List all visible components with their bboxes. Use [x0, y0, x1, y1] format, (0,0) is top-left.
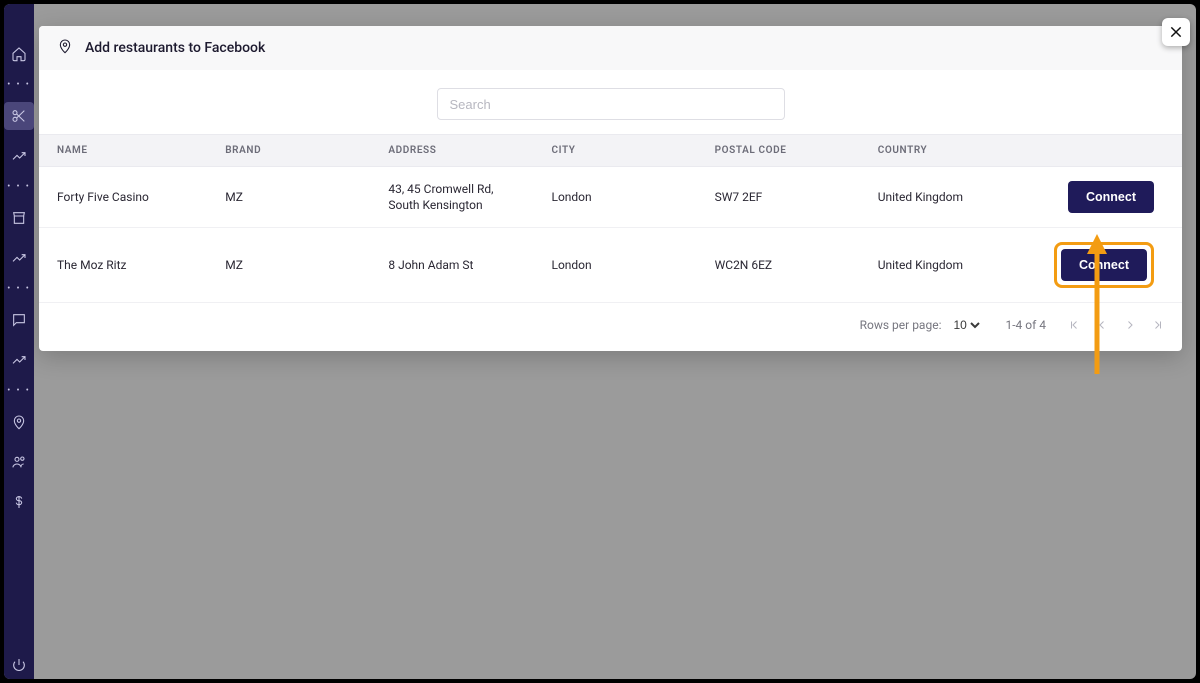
close-button[interactable]: [1162, 18, 1190, 46]
sidebar-item-power[interactable]: [4, 651, 34, 679]
col-header-brand[interactable]: BRAND: [207, 135, 370, 167]
cell-action: Connect: [1033, 228, 1182, 303]
page-first-button[interactable]: [1068, 319, 1080, 331]
sidebar-item-dollar[interactable]: [4, 488, 34, 516]
cell-action: Connect: [1033, 167, 1182, 228]
cell-name: Forty Five Casino: [39, 167, 207, 228]
pagination: Rows per page: 10 1-4 of 4: [39, 303, 1182, 351]
sidebar-more-1[interactable]: • • •: [7, 80, 31, 90]
pagination-range: 1-4 of 4: [1005, 318, 1046, 332]
sidebar-item-trend-2[interactable]: [4, 244, 34, 272]
rows-per-page-label: Rows per page:: [860, 318, 942, 332]
connect-button[interactable]: Connect: [1068, 181, 1154, 213]
col-header-postal[interactable]: POSTAL CODE: [697, 135, 860, 167]
close-icon: [1168, 24, 1184, 40]
location-pin-icon: [57, 38, 73, 58]
sidebar-more-2[interactable]: • • •: [7, 182, 31, 192]
search-input[interactable]: [437, 88, 785, 120]
cell-country: United Kingdom: [860, 167, 1033, 228]
cell-postal: WC2N 6EZ: [697, 228, 860, 303]
col-header-action: [1033, 135, 1182, 167]
sidebar: • • • • • • • • • • • •: [4, 4, 34, 679]
page-last-button[interactable]: [1152, 319, 1164, 331]
cell-city: London: [533, 228, 696, 303]
sidebar-item-location[interactable]: [4, 408, 34, 436]
rows-per-page-select[interactable]: 10: [949, 317, 983, 333]
sidebar-item-trend-3[interactable]: [4, 346, 34, 374]
cell-brand: MZ: [207, 167, 370, 228]
sidebar-more-3[interactable]: • • •: [7, 284, 31, 294]
cell-postal: SW7 2EF: [697, 167, 860, 228]
page-prev-button[interactable]: [1096, 319, 1108, 331]
col-header-address[interactable]: ADDRESS: [370, 135, 533, 167]
add-restaurants-modal: Add restaurants to Facebook NAME BRAND A…: [39, 26, 1182, 351]
cell-address: 8 John Adam St: [370, 228, 533, 303]
rows-per-page: Rows per page: 10: [860, 317, 984, 333]
page-nav: [1068, 319, 1164, 331]
sidebar-item-store[interactable]: [4, 204, 34, 232]
sidebar-more-4[interactable]: • • •: [7, 386, 31, 396]
cell-brand: MZ: [207, 228, 370, 303]
sidebar-item-trend-1[interactable]: [4, 142, 34, 170]
table-row: The Moz Ritz MZ 8 John Adam St London WC…: [39, 228, 1182, 303]
cell-name: The Moz Ritz: [39, 228, 207, 303]
cell-country: United Kingdom: [860, 228, 1033, 303]
sidebar-item-chat[interactable]: [4, 306, 34, 334]
col-header-country[interactable]: COUNTRY: [860, 135, 1033, 167]
page-next-button[interactable]: [1124, 319, 1136, 331]
modal-title: Add restaurants to Facebook: [85, 40, 265, 56]
sidebar-item-home[interactable]: [4, 40, 34, 68]
cell-city: London: [533, 167, 696, 228]
col-header-city[interactable]: CITY: [533, 135, 696, 167]
search-row: [39, 70, 1182, 134]
table-row: Forty Five Casino MZ 43, 45 Cromwell Rd,…: [39, 167, 1182, 228]
restaurants-table: NAME BRAND ADDRESS CITY POSTAL CODE COUN…: [39, 134, 1182, 303]
modal-header: Add restaurants to Facebook: [39, 26, 1182, 70]
col-header-name[interactable]: NAME: [39, 135, 207, 167]
sidebar-item-users[interactable]: [4, 448, 34, 476]
highlight-annotation: Connect: [1054, 242, 1154, 288]
cell-address: 43, 45 Cromwell Rd, South Kensington: [370, 167, 533, 228]
connect-button[interactable]: Connect: [1061, 249, 1147, 281]
sidebar-item-scissors[interactable]: [4, 102, 34, 130]
